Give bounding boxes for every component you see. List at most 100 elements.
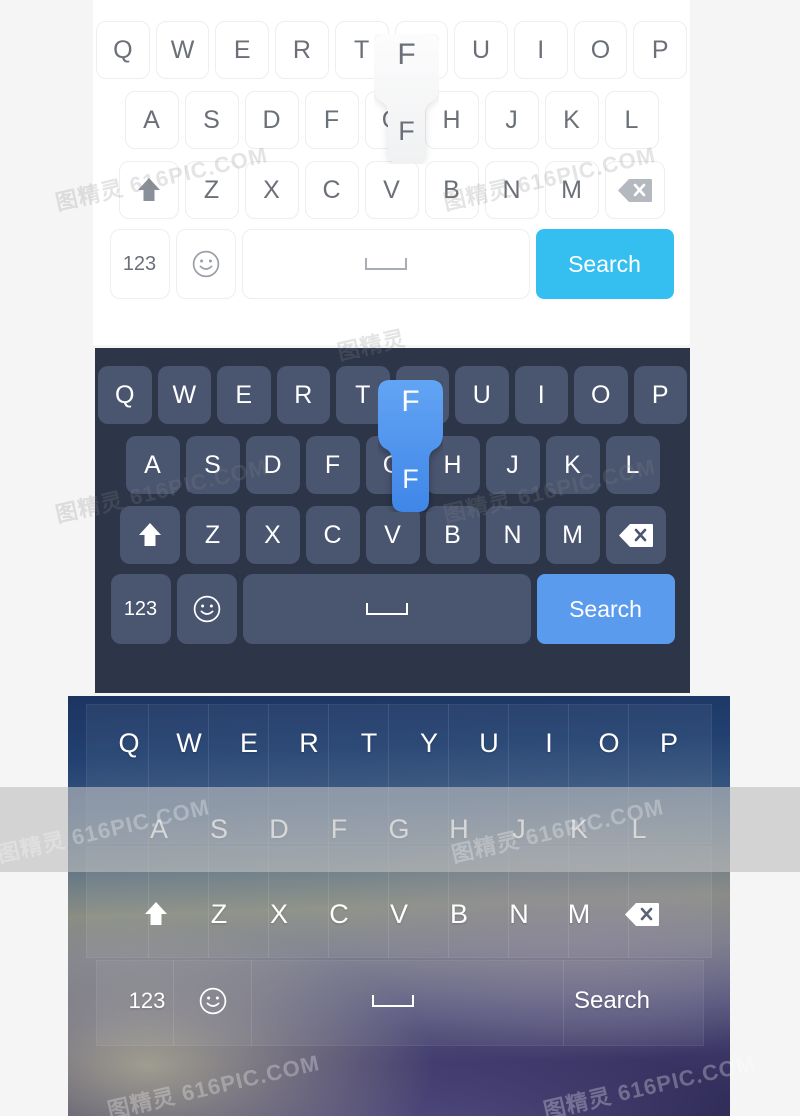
key-k[interactable]: K	[544, 91, 599, 149]
key-g[interactable]: G	[372, 796, 426, 862]
space-key[interactable]	[249, 968, 537, 1034]
key-m[interactable]: M	[544, 161, 599, 219]
keyboard-row-1: Q W E R T Y U I O P	[68, 710, 730, 776]
key-e[interactable]: E	[217, 366, 271, 424]
key-d[interactable]: D	[252, 796, 306, 862]
key-k[interactable]: K	[552, 796, 606, 862]
key-s[interactable]: S	[192, 796, 246, 862]
key-o[interactable]: O	[582, 710, 636, 776]
key-q[interactable]: Q	[102, 710, 156, 776]
key-l[interactable]: L	[612, 796, 666, 862]
key-x[interactable]: X	[252, 881, 306, 947]
backspace-icon	[617, 178, 652, 202]
key-m[interactable]: M	[552, 881, 606, 947]
key-s[interactable]: S	[184, 91, 239, 149]
key-n[interactable]: N	[485, 506, 540, 564]
key-q[interactable]: Q	[98, 366, 152, 424]
key-x[interactable]: X	[245, 506, 300, 564]
key-g[interactable]: G	[365, 436, 420, 494]
key-r[interactable]: R	[276, 366, 330, 424]
key-t[interactable]: T	[342, 710, 396, 776]
numeric-key[interactable]: 123	[117, 968, 177, 1034]
key-w[interactable]: W	[162, 710, 216, 776]
emoji-key[interactable]	[175, 229, 236, 299]
backspace-key[interactable]	[612, 881, 672, 947]
key-u[interactable]: U	[454, 21, 508, 79]
key-v[interactable]: V	[372, 881, 426, 947]
key-d[interactable]: D	[244, 91, 299, 149]
key-y[interactable]: Y	[394, 21, 449, 79]
key-a[interactable]: A	[124, 91, 179, 149]
key-n[interactable]: N	[492, 881, 546, 947]
backspace-key[interactable]	[604, 161, 665, 219]
key-z[interactable]: Z	[185, 506, 240, 564]
key-n[interactable]: N	[484, 161, 539, 219]
key-u[interactable]: U	[462, 710, 516, 776]
key-b[interactable]: B	[424, 161, 479, 219]
key-q[interactable]: Q	[95, 21, 150, 79]
key-l[interactable]: L	[605, 436, 660, 494]
key-a[interactable]: A	[132, 796, 186, 862]
shift-key[interactable]	[119, 506, 180, 564]
key-p[interactable]: P	[642, 710, 696, 776]
key-e[interactable]: E	[222, 710, 276, 776]
key-i[interactable]: I	[514, 366, 568, 424]
key-d[interactable]: D	[245, 436, 300, 494]
key-f[interactable]: F	[305, 436, 360, 494]
key-b[interactable]: B	[425, 506, 480, 564]
key-m[interactable]: M	[545, 506, 600, 564]
key-o[interactable]: O	[574, 366, 628, 424]
key-p[interactable]: P	[633, 366, 687, 424]
search-key[interactable]: Search	[543, 968, 681, 1034]
backspace-key[interactable]	[605, 506, 666, 564]
key-x[interactable]: X	[244, 161, 299, 219]
key-l[interactable]: L	[604, 91, 659, 149]
key-e[interactable]: E	[215, 21, 270, 79]
key-i[interactable]: I	[522, 710, 576, 776]
key-j[interactable]: J	[485, 436, 540, 494]
key-j[interactable]: J	[484, 91, 539, 149]
key-s[interactable]: S	[185, 436, 240, 494]
key-v[interactable]: V	[364, 161, 419, 219]
shift-key[interactable]	[126, 881, 186, 947]
key-o[interactable]: O	[573, 21, 628, 79]
space-key[interactable]	[242, 574, 531, 644]
key-w[interactable]: W	[155, 21, 210, 79]
key-p[interactable]: P	[633, 21, 688, 79]
key-u[interactable]: U	[455, 366, 509, 424]
key-k[interactable]: K	[545, 436, 600, 494]
key-j[interactable]: J	[492, 796, 546, 862]
key-z[interactable]: Z	[192, 881, 246, 947]
key-r[interactable]: R	[282, 710, 336, 776]
key-f[interactable]: F	[304, 91, 359, 149]
key-y[interactable]: Y	[395, 366, 449, 424]
key-g[interactable]: G	[364, 91, 419, 149]
key-f[interactable]: F	[312, 796, 366, 862]
key-t[interactable]: T	[336, 366, 390, 424]
key-t[interactable]: T	[334, 21, 389, 79]
key-h[interactable]: H	[432, 796, 486, 862]
key-h[interactable]: H	[424, 91, 479, 149]
key-c[interactable]: C	[312, 881, 366, 947]
key-c[interactable]: C	[305, 506, 360, 564]
search-key[interactable]: Search	[536, 574, 675, 644]
keyboard-row-4: 123 Search	[68, 968, 730, 1034]
numeric-key[interactable]: 123	[110, 574, 171, 644]
key-w[interactable]: W	[157, 366, 211, 424]
emoji-key[interactable]	[183, 968, 243, 1034]
key-b[interactable]: B	[432, 881, 486, 947]
key-a[interactable]: A	[125, 436, 180, 494]
key-y[interactable]: Y	[402, 710, 456, 776]
space-key[interactable]	[241, 229, 530, 299]
key-z[interactable]: Z	[184, 161, 239, 219]
key-r[interactable]: R	[275, 21, 329, 79]
emoji-key[interactable]	[176, 574, 237, 644]
shift-key[interactable]	[118, 161, 179, 219]
key-i[interactable]: I	[513, 21, 568, 79]
spacebar-icon	[372, 995, 414, 1007]
key-c[interactable]: C	[304, 161, 359, 219]
key-h[interactable]: H	[425, 436, 480, 494]
search-key[interactable]: Search	[535, 229, 674, 299]
key-v[interactable]: V	[365, 506, 420, 564]
numeric-key[interactable]: 123	[109, 229, 170, 299]
